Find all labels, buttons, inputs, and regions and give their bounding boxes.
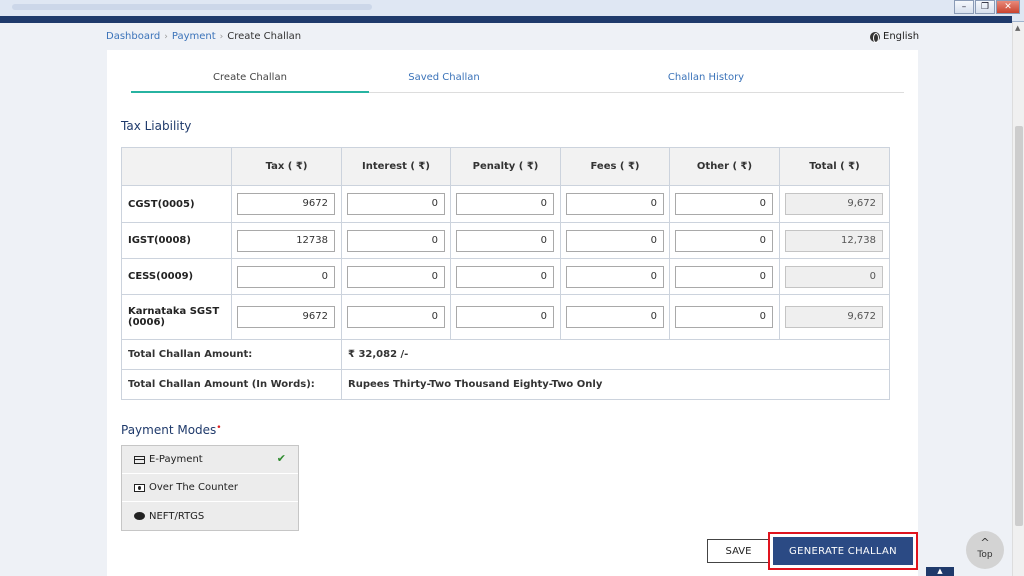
- window-title-blurred: [12, 4, 372, 10]
- total-words-value: Rupees Thirty-Two Thousand Eighty-Two On…: [341, 369, 890, 400]
- tax-liability-title: Tax Liability: [121, 119, 192, 133]
- fees-input[interactable]: 0: [566, 193, 664, 215]
- payment-mode-label: NEFT/RTGS: [149, 510, 205, 522]
- other-input[interactable]: 0: [675, 306, 773, 328]
- chevron-up-icon: ^: [980, 536, 990, 549]
- row-label: Karnataka SGST (0006): [121, 294, 232, 340]
- total-field: 9,672: [785, 306, 883, 328]
- total-field: 12,738: [785, 229, 883, 252]
- column-header: Tax ( ₹): [231, 147, 342, 186]
- column-header: Penalty ( ₹): [450, 147, 561, 186]
- tax-input[interactable]: 9672: [237, 306, 335, 328]
- tab-create-challan[interactable]: Create Challan: [131, 68, 369, 93]
- tax-input[interactable]: 9672: [237, 193, 335, 215]
- table-header-row: Tax ( ₹) Interest ( ₹) Penalty ( ₹) Fees…: [121, 147, 890, 186]
- globe-icon: [870, 31, 880, 43]
- card-icon: [134, 455, 145, 464]
- header-band: [0, 16, 1012, 23]
- payment-modes-list: E-Payment ✔ Over The Counter NEFT/RTGS: [121, 445, 299, 531]
- payment-mode-neft-rtgs[interactable]: NEFT/RTGS: [122, 502, 298, 530]
- tab-challan-history[interactable]: Challan History: [631, 68, 781, 93]
- column-header: Interest ( ₹): [341, 147, 451, 186]
- penalty-input[interactable]: 0: [456, 229, 554, 252]
- restore-icon[interactable]: ❐: [975, 0, 995, 14]
- total-words-row: Total Challan Amount (In Words): Rupees …: [121, 369, 890, 400]
- tax-input[interactable]: 0: [237, 265, 335, 288]
- row-label: IGST(0008): [121, 222, 232, 259]
- language-selector[interactable]: English: [870, 31, 919, 43]
- fees-input[interactable]: 0: [566, 265, 664, 288]
- total-field: 9,672: [785, 193, 883, 215]
- breadcrumb-dashboard[interactable]: Dashboard: [106, 31, 160, 42]
- generate-challan-button[interactable]: GENERATE CHALLAN: [773, 537, 913, 565]
- save-button[interactable]: SAVE: [707, 539, 770, 563]
- other-input[interactable]: 0: [675, 265, 773, 288]
- create-challan-panel: Create Challan Saved Challan Challan His…: [107, 50, 918, 576]
- globe-icon: [134, 512, 145, 520]
- breadcrumb-payment[interactable]: Payment: [172, 31, 216, 42]
- row-label: CESS(0009): [121, 258, 232, 295]
- interest-input[interactable]: 0: [347, 193, 445, 215]
- tax-input[interactable]: 12738: [237, 229, 335, 252]
- vertical-scrollbar[interactable]: ▲: [1012, 22, 1024, 576]
- table-row: IGST(0008) 12738 0 0 0 0 12,738: [121, 222, 890, 259]
- breadcrumb-separator: ›: [164, 32, 168, 42]
- language-label[interactable]: English: [883, 31, 919, 42]
- column-header: Other ( ₹): [669, 147, 780, 186]
- column-header: [121, 147, 232, 186]
- breadcrumb-separator: ›: [219, 32, 224, 42]
- penalty-input[interactable]: 0: [456, 265, 554, 288]
- table-row: CGST(0005) 9672 0 0 0 0 9,672: [121, 185, 890, 223]
- breadcrumb-current: Create Challan: [227, 31, 302, 42]
- minimize-icon[interactable]: –: [954, 0, 974, 14]
- total-words-label: Total Challan Amount (In Words):: [121, 369, 342, 400]
- payment-mode-epayment[interactable]: E-Payment ✔: [122, 446, 298, 474]
- corner-up-button[interactable]: ▲: [926, 567, 954, 576]
- other-input[interactable]: 0: [675, 193, 773, 215]
- required-marker: •: [216, 423, 222, 433]
- tax-liability-table: Tax ( ₹) Interest ( ₹) Penalty ( ₹) Fees…: [121, 147, 890, 400]
- top-label: Top: [977, 550, 993, 560]
- window-controls: – ❐ ✕: [954, 0, 1020, 14]
- scroll-thumb[interactable]: [1015, 126, 1023, 526]
- cash-icon: [134, 483, 145, 492]
- payment-modes-label: Payment Modes: [121, 423, 217, 437]
- penalty-input[interactable]: 0: [456, 193, 554, 215]
- breadcrumb: Dashboard › Payment › Create Challan: [106, 31, 301, 42]
- total-amount-label: Total Challan Amount:: [121, 339, 342, 370]
- fees-input[interactable]: 0: [566, 229, 664, 252]
- other-input[interactable]: 0: [675, 229, 773, 252]
- payment-mode-over-the-counter[interactable]: Over The Counter: [122, 474, 298, 502]
- row-label: CGST(0005): [121, 185, 232, 223]
- column-header: Fees ( ₹): [560, 147, 670, 186]
- check-icon: ✔: [276, 452, 286, 465]
- penalty-input[interactable]: 0: [456, 306, 554, 328]
- interest-input[interactable]: 0: [347, 306, 445, 328]
- fees-input[interactable]: 0: [566, 306, 664, 328]
- challan-tabs: Create Challan Saved Challan Challan His…: [131, 68, 904, 93]
- tab-saved-challan[interactable]: Saved Challan: [369, 68, 519, 93]
- payment-modes-title: Payment Modes•: [121, 423, 222, 437]
- interest-input[interactable]: 0: [347, 265, 445, 288]
- interest-input[interactable]: 0: [347, 229, 445, 252]
- payment-mode-label: E-Payment: [149, 454, 203, 465]
- table-row: Karnataka SGST (0006) 9672 0 0 0 0 9,672: [121, 294, 890, 340]
- payment-mode-label: Over The Counter: [149, 482, 238, 493]
- table-row: CESS(0009) 0 0 0 0 0 0: [121, 258, 890, 295]
- column-header: Total ( ₹): [779, 147, 890, 186]
- scroll-up-icon[interactable]: ▲: [1015, 24, 1020, 32]
- total-amount-row: Total Challan Amount: ₹ 32,082 /-: [121, 339, 890, 370]
- scroll-to-top-button[interactable]: ^ Top: [966, 531, 1004, 569]
- total-amount-value: ₹ 32,082 /-: [341, 339, 890, 370]
- total-field: 0: [785, 265, 883, 288]
- close-icon[interactable]: ✕: [996, 0, 1020, 14]
